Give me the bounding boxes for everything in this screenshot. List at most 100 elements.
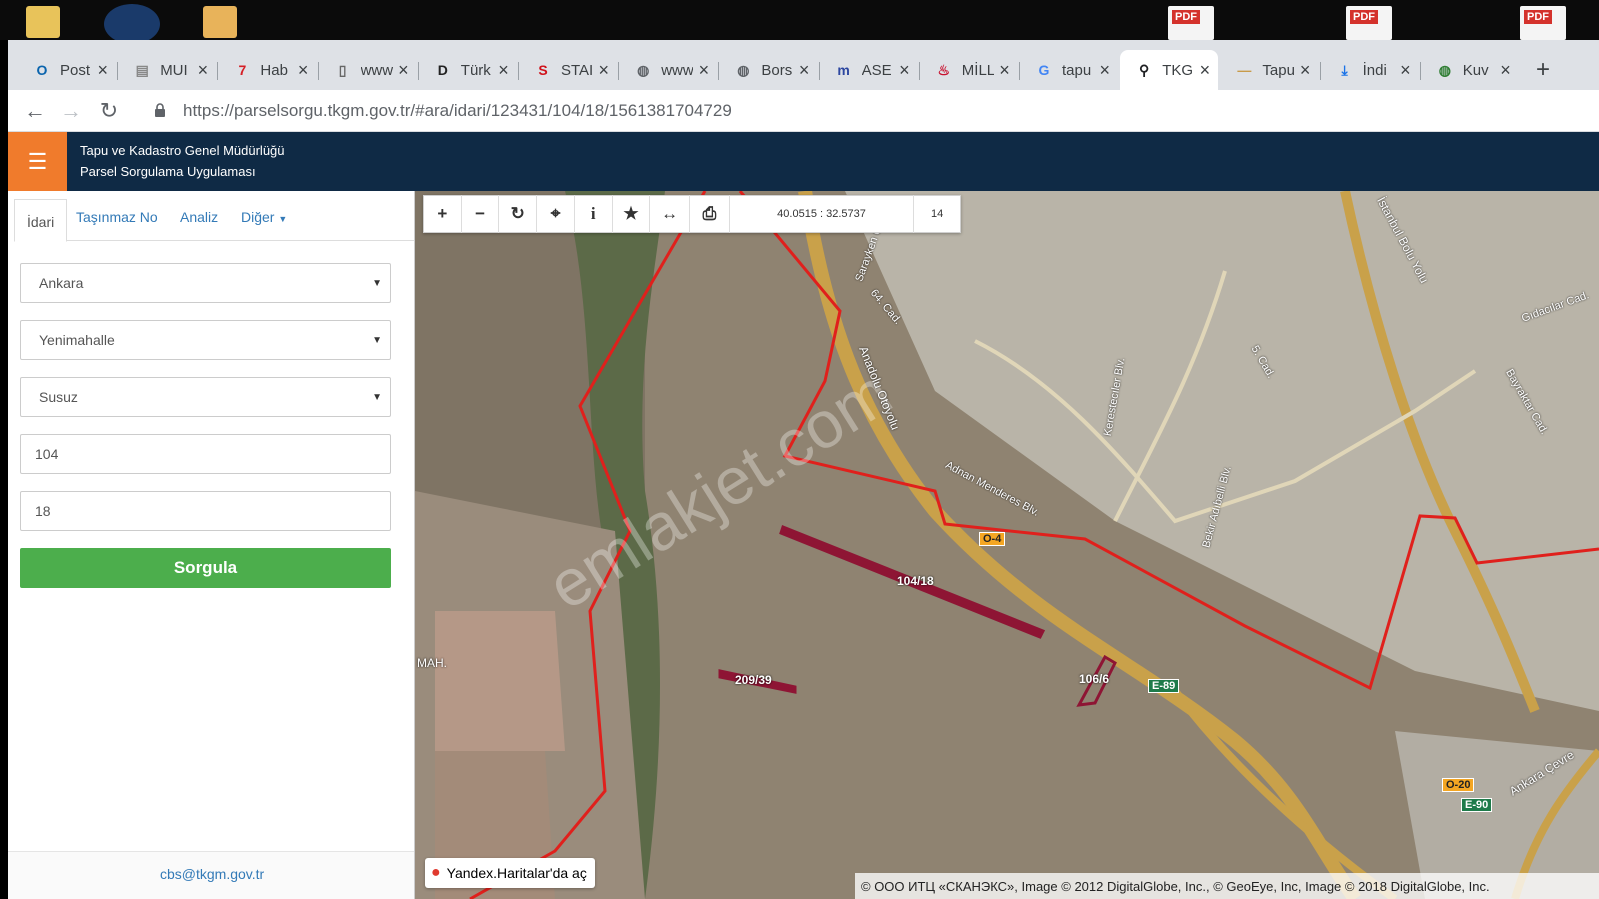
zoom-in-icon[interactable]: + xyxy=(424,195,462,233)
print-icon[interactable]: ⎙ xyxy=(690,195,730,233)
close-tab-icon[interactable]: × xyxy=(598,60,609,81)
app-title: Tapu ve Kadastro Genel Müdürlüğü Parsel … xyxy=(80,140,285,182)
news-icon: 7 xyxy=(238,62,247,78)
star-icon[interactable]: ★ xyxy=(613,195,651,233)
refresh-icon[interactable]: ↻ xyxy=(499,195,538,233)
archive-icon[interactable] xyxy=(203,6,237,38)
close-tab-icon[interactable]: × xyxy=(498,60,509,81)
document-icon: ▤ xyxy=(135,61,149,78)
browser-tab[interactable]: ◍ www × xyxy=(619,52,717,88)
browser-tab[interactable]: — Tapu × xyxy=(1220,52,1318,88)
map-view[interactable]: emlakjet.com 104/18 209/39 106/6 O-4 E-8… xyxy=(415,191,1599,899)
browser-toolbar: ← → ↻ https://parselsorgu.tkgm.gov.tr/#a… xyxy=(8,90,1599,132)
road-shield: E-90 xyxy=(1461,798,1493,812)
outlook-icon: O xyxy=(36,62,48,78)
app-shortcut-icon[interactable] xyxy=(104,4,160,44)
browser-tab[interactable]: ♨ MİLL × xyxy=(920,52,1018,88)
close-tab-icon[interactable]: × xyxy=(899,60,910,81)
sidebar-tabs: İdari Taşınmaz No Analiz Diğer ▼ xyxy=(14,195,414,242)
browser-tab[interactable]: ▯ www × xyxy=(319,52,417,88)
browser-tab[interactable]: ◍ Kuv × xyxy=(1421,52,1519,88)
district-value: Yenimahalle xyxy=(39,332,115,348)
province-select[interactable]: Ankara ▼ xyxy=(20,263,391,303)
contact-email-link[interactable]: cbs@tkgm.gov.tr xyxy=(160,866,264,882)
province-value: Ankara xyxy=(39,275,84,291)
close-tab-icon[interactable]: × xyxy=(1200,60,1211,81)
close-tab-icon[interactable]: × xyxy=(699,60,710,81)
close-tab-icon[interactable]: × xyxy=(999,60,1010,81)
measure-icon[interactable]: ↔ xyxy=(650,195,691,233)
url-text: https://parselsorgu.tkgm.gov.tr/#ara/ida… xyxy=(183,101,732,120)
download-icon: ⤓ xyxy=(1341,61,1348,78)
tab-title: www xyxy=(661,61,694,79)
tab-title: STAI xyxy=(561,61,593,79)
hamburger-menu-icon[interactable]: ☰ xyxy=(8,132,67,191)
zoom-out-icon[interactable]: − xyxy=(462,195,500,233)
street-label: MAH. xyxy=(417,656,447,670)
close-tab-icon[interactable]: × xyxy=(298,60,309,81)
neighborhood-select[interactable]: Susuz ▼ xyxy=(20,377,391,417)
back-icon[interactable]: ← xyxy=(22,98,48,124)
tab-separator xyxy=(1319,62,1321,80)
address-bar[interactable]: https://parselsorgu.tkgm.gov.tr/#ara/ida… xyxy=(143,95,1593,127)
tab-tasinmaz-no[interactable]: Taşınmaz No xyxy=(76,209,158,225)
tab-diger[interactable]: Diğer ▼ xyxy=(241,209,287,225)
browser-tab[interactable]: 7 Hab × xyxy=(218,52,316,88)
map-pin-icon: ⚲ xyxy=(1139,61,1150,78)
close-tab-icon[interactable]: × xyxy=(198,60,209,81)
tab-idari[interactable]: İdari xyxy=(14,199,68,242)
browser-tab[interactable]: ▤ MUI × xyxy=(118,52,216,88)
browser-tab[interactable]: ⤓ İndi × xyxy=(1321,52,1419,88)
tab-analiz[interactable]: Analiz xyxy=(180,209,218,225)
browser-tab[interactable]: m ASE × xyxy=(820,52,918,88)
tab-separator xyxy=(818,62,820,80)
browser-tab[interactable]: O Post × xyxy=(18,52,116,88)
tab-title: Türk xyxy=(460,61,491,79)
dropdown-arrow-icon: ▼ xyxy=(372,391,382,403)
tab-title: www xyxy=(360,61,393,79)
map-attribution: © ООО ИТЦ «СКАНЭКС», Image © 2012 Digita… xyxy=(855,873,1599,899)
tab-title: ASE xyxy=(861,61,892,79)
info-icon[interactable]: i xyxy=(575,195,613,233)
pdf-file-icon[interactable]: PDF xyxy=(1346,6,1392,40)
browser-tab[interactable]: ◍ Bors × xyxy=(719,52,817,88)
parcel-label: 106/6 xyxy=(1079,672,1110,686)
globe-green-icon: ◍ xyxy=(1438,61,1451,78)
close-tab-icon[interactable]: × xyxy=(1500,60,1511,81)
reload-icon[interactable]: ↻ xyxy=(96,98,122,124)
query-button[interactable]: Sorgula xyxy=(20,548,391,588)
coordinates-readout: 40.0515 : 32.5737 xyxy=(730,195,915,233)
locate-icon[interactable]: ⌖ xyxy=(537,195,575,233)
close-tab-icon[interactable]: × xyxy=(799,60,810,81)
tab-separator xyxy=(718,62,720,80)
pdf-file-icon[interactable]: PDF xyxy=(1168,6,1214,40)
new-tab-icon[interactable]: + xyxy=(1536,56,1550,84)
road-shield: O-20 xyxy=(1442,778,1475,792)
folder-icon[interactable] xyxy=(26,6,60,38)
block-value: 104 xyxy=(35,446,59,462)
tab-separator xyxy=(918,62,920,80)
app-header: ☰ Tapu ve Kadastro Genel Müdürlüğü Parse… xyxy=(8,132,1599,191)
block-input[interactable]: 104 xyxy=(20,434,391,474)
close-tab-icon[interactable]: × xyxy=(97,60,108,81)
close-tab-icon[interactable]: × xyxy=(1300,60,1311,81)
browser-tab[interactable]: S STAI × xyxy=(519,52,617,88)
close-tab-icon[interactable]: × xyxy=(398,60,409,81)
tab-title: Bors xyxy=(761,61,793,79)
yandex-maps-link[interactable]: ● Yandex.Haritalar'da aç xyxy=(425,858,595,888)
parcel-label: 209/39 xyxy=(735,673,772,687)
browser-tab[interactable]: D Türk × xyxy=(419,52,517,88)
close-tab-icon[interactable]: × xyxy=(1099,60,1110,81)
page-icon: ▯ xyxy=(338,61,347,78)
map-pin-icon: ● xyxy=(431,864,441,881)
browser-tab[interactable]: Gtapu × xyxy=(1020,52,1118,88)
close-tab-icon[interactable]: × xyxy=(1400,60,1411,81)
globe-icon: ◍ xyxy=(737,61,750,78)
pdf-file-icon[interactable]: PDF xyxy=(1520,6,1566,40)
browser-tab[interactable]: ⚲ TKG × xyxy=(1120,50,1219,90)
tab-title: Post xyxy=(60,61,91,79)
parcel-input[interactable]: 18 xyxy=(20,491,391,531)
forward-icon[interactable]: → xyxy=(58,98,84,124)
tab-title: TKG xyxy=(1162,61,1194,79)
district-select[interactable]: Yenimahalle ▼ xyxy=(20,320,391,360)
